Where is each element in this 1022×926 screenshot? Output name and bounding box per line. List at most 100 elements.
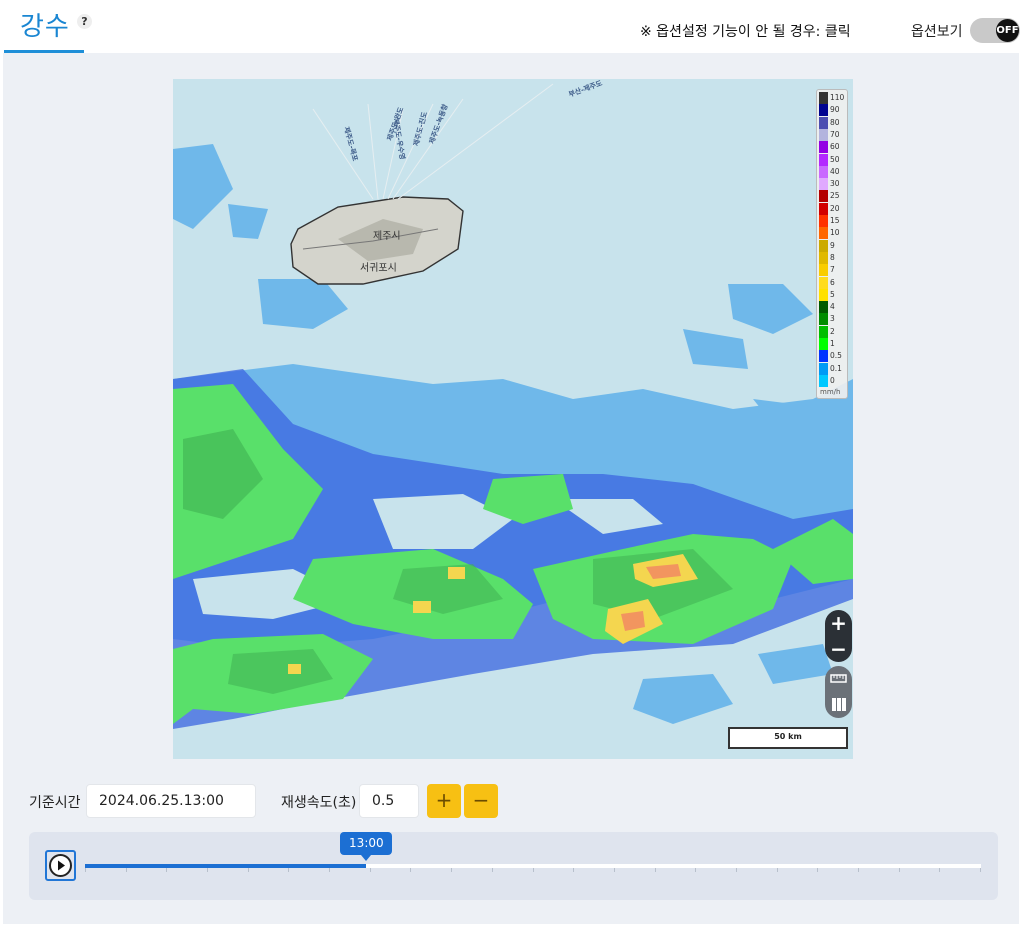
legend-value: 0.1 <box>830 363 842 373</box>
legend-row: 7 <box>819 264 847 277</box>
zoom-out-button[interactable]: − <box>825 636 852 662</box>
precipitation-legend: mm/h 110 90 80 70 60 50 40 30 25 20 15 10 9 8 7 6 5 4 3 2 1 0… <box>816 89 848 399</box>
timeline-tick <box>85 868 86 872</box>
place-seogwipo: 서귀포시 <box>360 263 397 274</box>
timeline-tick <box>166 868 168 872</box>
legend-value: 50 <box>830 154 840 164</box>
current-time-marker[interactable]: 13:00 <box>340 832 393 861</box>
timeline-progress <box>85 864 367 868</box>
legend-row: 4 <box>819 301 847 314</box>
legend-value: 80 <box>830 117 840 127</box>
legend-swatch <box>819 202 828 215</box>
timeline-tick <box>451 868 453 872</box>
legend-swatch <box>819 104 828 117</box>
timeline-tick <box>939 868 941 872</box>
legend-swatch <box>819 325 828 338</box>
legend-row: 0 <box>819 374 847 387</box>
legend-value: 25 <box>830 191 840 201</box>
timeline-track[interactable] <box>85 864 981 872</box>
base-time-input[interactable]: 2024.06.25.13:00 <box>86 784 256 818</box>
option-notice-link[interactable]: ※ 옵션설정 기능이 안 될 경우: 클릭 <box>640 21 851 41</box>
map-tool-control <box>825 666 852 718</box>
timeline-tick <box>613 868 615 872</box>
legend-row: 0.5 <box>819 350 847 363</box>
legend-value: 6 <box>830 277 835 287</box>
zoom-in-button[interactable]: + <box>825 610 852 636</box>
legend-swatch <box>819 264 828 277</box>
legend-swatch <box>819 251 828 264</box>
timeline-tick <box>532 868 534 872</box>
legend-value: 15 <box>830 216 840 225</box>
timeline-tick <box>857 868 859 872</box>
timeline-tick <box>410 868 412 872</box>
timeline-tick <box>980 868 981 872</box>
header: 강수 ? ※ 옵션설정 기능이 안 될 경우: 클릭 옵션보기 OFF <box>0 0 1022 53</box>
speed-label: 재생속도(초) <box>281 795 357 811</box>
speed-minus-button[interactable]: − <box>464 784 498 818</box>
layers-icon[interactable] <box>825 692 852 718</box>
legend-row: 0.1 <box>819 362 847 375</box>
speed-input[interactable]: 0.5 <box>359 784 419 818</box>
legend-swatch <box>819 362 828 375</box>
legend-swatch <box>819 153 828 166</box>
legend-value: 0.5 <box>830 351 842 361</box>
timeline-tick <box>369 868 371 872</box>
timeline-tick <box>898 868 900 872</box>
timeline-tick <box>207 868 209 872</box>
play-button[interactable] <box>45 850 76 881</box>
legend-row: 50 <box>819 153 847 166</box>
legend-swatch <box>819 116 828 129</box>
legend-value: 8 <box>830 252 835 262</box>
legend-value: 0 <box>830 375 835 385</box>
timeline-tick <box>125 868 127 872</box>
legend-value: 7 <box>830 265 835 275</box>
legend-swatch <box>819 227 828 240</box>
legend-swatch <box>819 276 828 289</box>
legend-value: 1 <box>830 339 835 348</box>
legend-row: 60 <box>819 141 847 154</box>
timeline-tick <box>491 868 493 872</box>
timeline-tick <box>329 868 331 872</box>
legend-row: 1 <box>819 338 847 350</box>
legend-swatch <box>819 128 828 141</box>
ruler-icon[interactable] <box>825 666 852 692</box>
legend-row: 70 <box>819 128 847 141</box>
help-icon[interactable]: ? <box>77 14 92 29</box>
legend-row: 6 <box>819 276 847 289</box>
legend-swatch <box>819 165 828 178</box>
legend-swatch <box>819 239 828 252</box>
timeline-tick <box>288 868 290 872</box>
toggle-knob: OFF <box>996 19 1019 42</box>
timeline-bar: 13:00 <box>29 832 998 900</box>
legend-row: 20 <box>819 202 847 215</box>
timeline-tick <box>695 868 697 872</box>
legend-swatch <box>819 215 828 227</box>
legend-row: 110 <box>819 92 847 104</box>
legend-value: 20 <box>830 203 840 213</box>
place-jeju-city: 제주시 <box>373 231 401 242</box>
legend-row: 10 <box>819 227 847 240</box>
legend-row: 8 <box>819 251 847 264</box>
scale-label: 50 km <box>774 732 802 741</box>
legend-value: 2 <box>830 326 835 336</box>
legend-value: 4 <box>830 302 835 312</box>
legend-row: 30 <box>819 178 847 191</box>
legend-value: 30 <box>830 179 840 189</box>
legend-value: 3 <box>830 314 835 324</box>
legend-swatch <box>819 313 828 326</box>
legend-value: 10 <box>830 228 840 238</box>
timeline-tick <box>776 868 778 872</box>
legend-row: 9 <box>819 239 847 252</box>
radar-map[interactable]: 제주시 서귀포시 제주도-목포 제주도-우수영 제주도-완도 제주도-진도 제주… <box>173 79 853 759</box>
timeline-tick <box>247 868 249 872</box>
legend-swatch <box>819 190 828 203</box>
tab-precipitation[interactable]: 강수 ? <box>4 0 92 53</box>
timeline-tick <box>817 868 819 872</box>
option-view-toggle[interactable]: OFF <box>970 18 1020 43</box>
legend-swatch <box>819 288 828 301</box>
legend-row: 5 <box>819 288 847 301</box>
legend-row: 90 <box>819 104 847 117</box>
speed-plus-button[interactable]: + <box>427 784 461 818</box>
legend-value: 70 <box>830 129 840 139</box>
legend-value: 40 <box>830 166 840 176</box>
